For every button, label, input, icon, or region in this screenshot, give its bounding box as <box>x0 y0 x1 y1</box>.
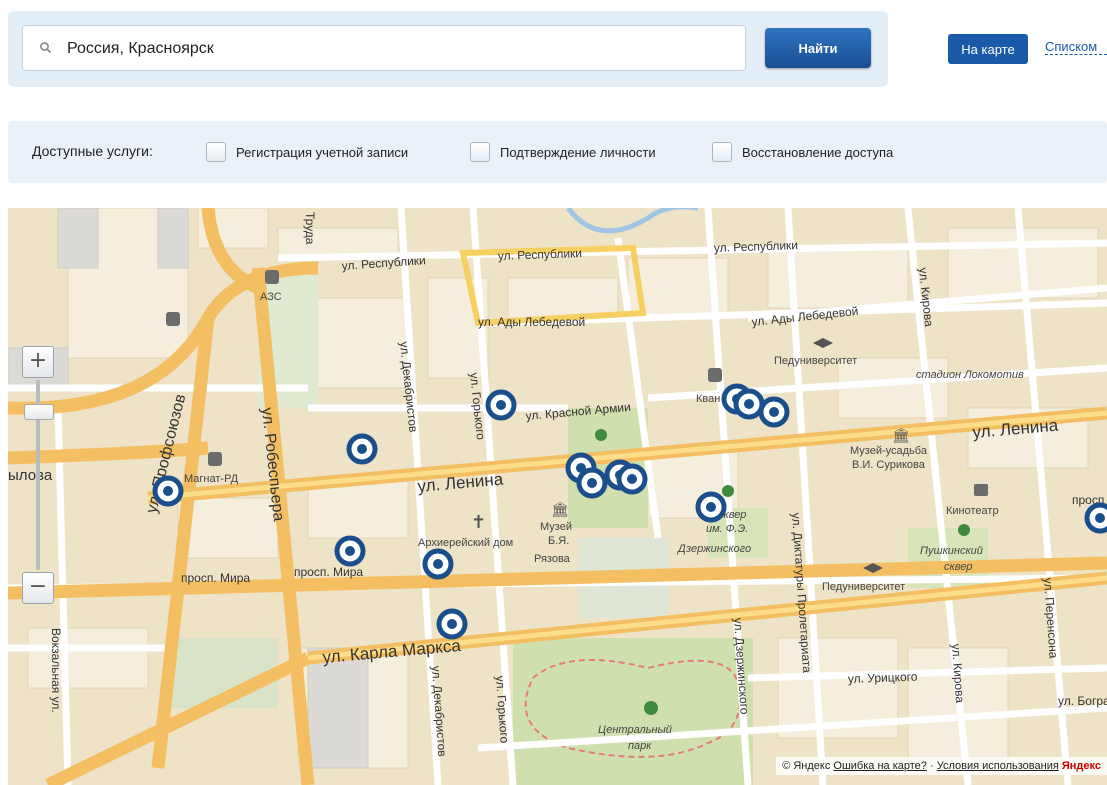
view-list-link[interactable]: Списком <box>1045 39 1107 55</box>
service-option-identity[interactable]: Подтверждение личности <box>470 138 656 166</box>
service-point-marker[interactable] <box>346 433 378 465</box>
terms-of-use-link[interactable]: Условия использования <box>937 760 1059 772</box>
map[interactable]: ул. Республики ул. Республики ул. Респуб… <box>8 208 1107 785</box>
recovery-checkbox[interactable] <box>712 142 732 162</box>
services-filter-panel: Доступные услуги: Регистрация учетной за… <box>8 121 1107 183</box>
service-point-marker[interactable] <box>576 467 608 499</box>
zoom-slider-handle[interactable] <box>24 404 54 420</box>
service-point-marker[interactable] <box>334 535 366 567</box>
service-point-marker[interactable] <box>436 608 468 640</box>
zoom-out-button[interactable]: − <box>22 572 54 604</box>
yandex-logo: Яндекс <box>1061 760 1101 772</box>
service-point-marker[interactable] <box>1084 502 1107 534</box>
copyright-brand: © Яндекс <box>782 760 831 772</box>
find-button[interactable]: Найти <box>765 28 871 68</box>
search-panel: Найти <box>8 11 888 87</box>
search-icon <box>40 42 52 54</box>
markers-layer[interactable] <box>8 208 1107 785</box>
search-box[interactable] <box>22 25 746 71</box>
registration-checkbox[interactable] <box>206 142 226 162</box>
service-point-marker[interactable] <box>152 475 184 507</box>
zoom-in-button[interactable]: + <box>22 346 54 378</box>
service-option-label: Регистрация учетной записи <box>236 144 409 160</box>
service-point-marker[interactable] <box>733 388 765 420</box>
view-on-map-button[interactable]: На карте <box>948 34 1028 64</box>
service-point-marker[interactable] <box>485 389 517 421</box>
services-label: Доступные услуги: <box>32 143 153 159</box>
service-point-marker[interactable] <box>616 463 648 495</box>
service-point-marker[interactable] <box>695 491 727 523</box>
service-point-marker[interactable] <box>422 548 454 580</box>
copyright-separator: · <box>929 760 934 772</box>
service-option-label: Подтверждение личности <box>500 144 656 160</box>
service-option-recovery[interactable]: Восстановление доступа <box>712 138 893 166</box>
search-input[interactable] <box>65 30 729 68</box>
map-copyright: © Яндекс Ошибка на карте? · Условия испо… <box>776 757 1107 775</box>
identity-checkbox[interactable] <box>470 142 490 162</box>
map-error-link[interactable]: Ошибка на карте? <box>833 760 927 772</box>
service-point-marker[interactable] <box>758 396 790 428</box>
service-option-registration[interactable]: Регистрация учетной записи <box>206 138 408 166</box>
zoom-control[interactable]: + − <box>22 346 56 608</box>
service-option-label: Восстановление доступа <box>742 144 894 160</box>
